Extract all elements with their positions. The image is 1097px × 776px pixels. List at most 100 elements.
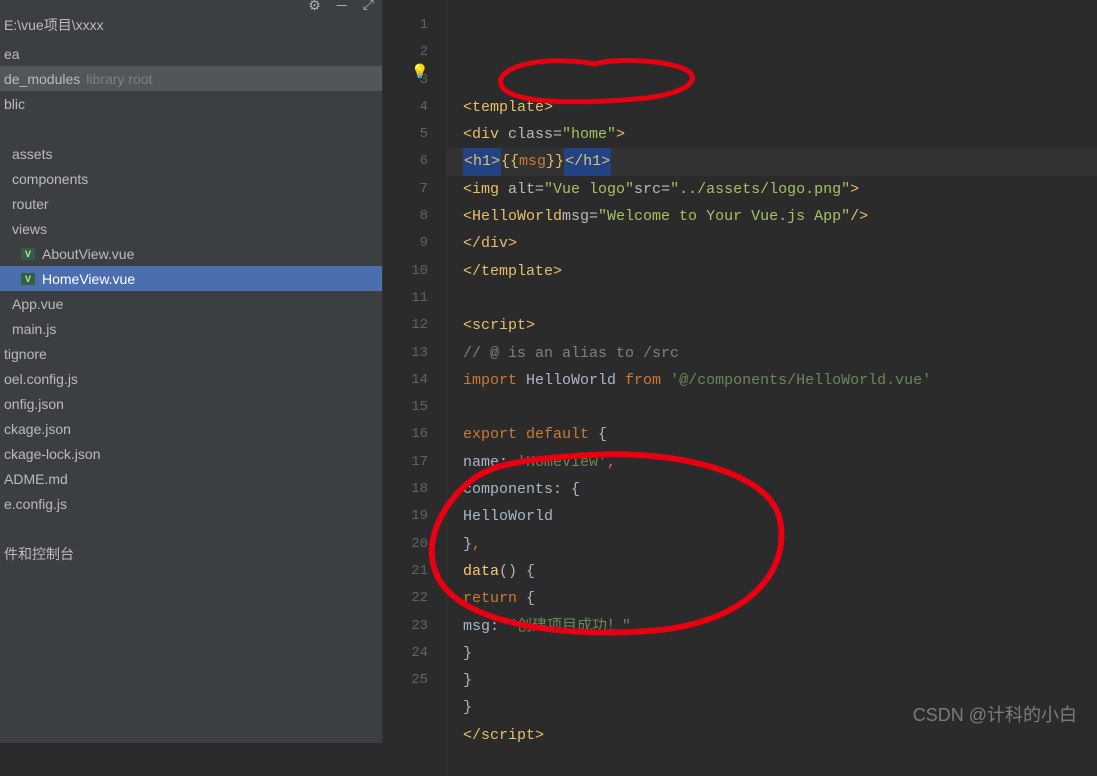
- tree-item-label: e.config.js: [4, 496, 67, 512]
- tree-item[interactable]: views: [0, 216, 382, 241]
- project-path[interactable]: E:\vue项目\xxxx: [0, 12, 382, 37]
- editor-area: README.mdmain.jsHomeView.vuepackage.json…: [383, 0, 1097, 743]
- tree-item[interactable]: e.config.js: [0, 491, 382, 516]
- code-line[interactable]: import HelloWorld from '@/components/Hel…: [463, 367, 1097, 394]
- code-line[interactable]: </script>: [463, 722, 1097, 749]
- path-label: E:\vue项目\xxxx: [4, 15, 104, 35]
- tree-item-label: ea: [4, 46, 20, 62]
- tree-item-label: ADME.md: [4, 471, 68, 487]
- tree-item[interactable]: ea: [0, 41, 382, 66]
- tree-item-label: HomeView.vue: [42, 271, 135, 287]
- line-number: 25: [383, 667, 428, 694]
- tree-item-label: router: [12, 196, 49, 212]
- tree-item-label: onfig.json: [4, 396, 64, 412]
- line-number: 19: [383, 503, 428, 530]
- line-number: 10: [383, 258, 428, 285]
- code-line[interactable]: },: [463, 531, 1097, 558]
- code-line[interactable]: </template>: [463, 258, 1097, 285]
- tree-item[interactable]: 件和控制台: [0, 541, 382, 566]
- line-number: 21: [383, 558, 428, 585]
- line-number: 24: [383, 640, 428, 667]
- tree-item[interactable]: router: [0, 191, 382, 216]
- code-line[interactable]: [463, 394, 1097, 421]
- tree-item[interactable]: [0, 116, 382, 141]
- tree-item-label: main.js: [12, 321, 56, 337]
- code-line[interactable]: <HelloWorld msg="Welcome to Your Vue.js …: [463, 203, 1097, 230]
- file-tree[interactable]: ea de_modules library root blic assets compon…: [0, 37, 382, 743]
- tree-item[interactable]: onfig.json: [0, 391, 382, 416]
- code-content[interactable]: 💡 <template> <div class="home"> <h1>{{ms…: [447, 0, 1097, 776]
- line-number: 1: [383, 12, 428, 39]
- tree-item[interactable]: tignore: [0, 341, 382, 366]
- tree-item-label: ckage.json: [4, 421, 71, 437]
- tree-item-label: ckage-lock.json: [4, 446, 101, 462]
- line-number: 15: [383, 394, 428, 421]
- code-line[interactable]: // @ is an alias to /src: [463, 340, 1097, 367]
- tree-item[interactable]: ADME.md: [0, 466, 382, 491]
- line-number: 9: [383, 230, 428, 257]
- line-gutter: 1234567891011121314151617181920212223242…: [383, 0, 447, 776]
- tree-item[interactable]: blic: [0, 91, 382, 116]
- code-line[interactable]: export default {: [463, 421, 1097, 448]
- tree-item[interactable]: components: [0, 166, 382, 191]
- line-number: 18: [383, 476, 428, 503]
- tree-item-label: de_modules: [4, 71, 80, 87]
- code-line[interactable]: [463, 749, 1097, 776]
- sidebar-toolbar: ⚙ － ⤢: [0, 0, 382, 12]
- line-number: 7: [383, 176, 428, 203]
- code-line[interactable]: <script>: [463, 312, 1097, 339]
- line-number: 6: [383, 148, 428, 175]
- line-number: 23: [383, 613, 428, 640]
- tree-item-label: components: [12, 171, 88, 187]
- tree-item[interactable]: ckage-lock.json: [0, 441, 382, 466]
- tree-item-label: 件和控制台: [4, 544, 74, 564]
- tree-item-label: assets: [12, 146, 52, 162]
- code-line[interactable]: return {: [463, 585, 1097, 612]
- code-line[interactable]: }: [463, 694, 1097, 721]
- line-number: 13: [383, 340, 428, 367]
- line-number: 17: [383, 449, 428, 476]
- editor: 1234567891011121314151617181920212223242…: [383, 0, 1097, 776]
- code-line[interactable]: data() {: [463, 558, 1097, 585]
- tree-item-label: App.vue: [12, 296, 63, 312]
- code-line[interactable]: <div class="home">: [463, 121, 1097, 148]
- tree-item[interactable]: V HomeView.vue: [0, 266, 382, 291]
- line-number: 14: [383, 367, 428, 394]
- code-line[interactable]: }: [463, 640, 1097, 667]
- code-line[interactable]: <h1>{{msg}}</h1>: [447, 148, 1097, 175]
- tree-item[interactable]: ckage.json: [0, 416, 382, 441]
- code-line[interactable]: }: [463, 667, 1097, 694]
- code-line[interactable]: </div>: [463, 230, 1097, 257]
- code-line[interactable]: msg: "创建项目成功！": [463, 613, 1097, 640]
- intention-bulb-icon[interactable]: 💡: [411, 60, 428, 87]
- tree-item-label: oel.config.js: [4, 371, 78, 387]
- code-line[interactable]: HelloWorld: [463, 503, 1097, 530]
- line-number: 20: [383, 531, 428, 558]
- tree-item[interactable]: App.vue: [0, 291, 382, 316]
- tree-item[interactable]: de_modules library root: [0, 66, 382, 91]
- tree-item[interactable]: V AboutView.vue: [0, 241, 382, 266]
- tree-item[interactable]: main.js: [0, 316, 382, 341]
- vue-file-icon: V: [20, 246, 36, 262]
- project-sidebar: ⚙ － ⤢ E:\vue项目\xxxx ea de_modules library …: [0, 0, 383, 743]
- tree-item[interactable]: [0, 516, 382, 541]
- tree-item-label: blic: [4, 96, 25, 112]
- library-root-label: library root: [86, 71, 152, 87]
- line-number: 16: [383, 421, 428, 448]
- code-line[interactable]: components: {: [463, 476, 1097, 503]
- tree-item[interactable]: oel.config.js: [0, 366, 382, 391]
- vue-file-icon: V: [20, 271, 36, 287]
- code-line[interactable]: name: 'HomeView',: [463, 449, 1097, 476]
- line-number: 5: [383, 121, 428, 148]
- line-number: 8: [383, 203, 428, 230]
- code-line[interactable]: <template>: [463, 94, 1097, 121]
- tree-item[interactable]: assets: [0, 141, 382, 166]
- tree-item-label: AboutView.vue: [42, 246, 134, 262]
- line-number: 12: [383, 312, 428, 339]
- line-number: 4: [383, 94, 428, 121]
- code-line[interactable]: [463, 285, 1097, 312]
- code-line[interactable]: <img alt="Vue logo" src="../assets/logo.…: [463, 176, 1097, 203]
- tree-item-label: views: [12, 221, 47, 237]
- line-number: 11: [383, 285, 428, 312]
- line-number: 22: [383, 585, 428, 612]
